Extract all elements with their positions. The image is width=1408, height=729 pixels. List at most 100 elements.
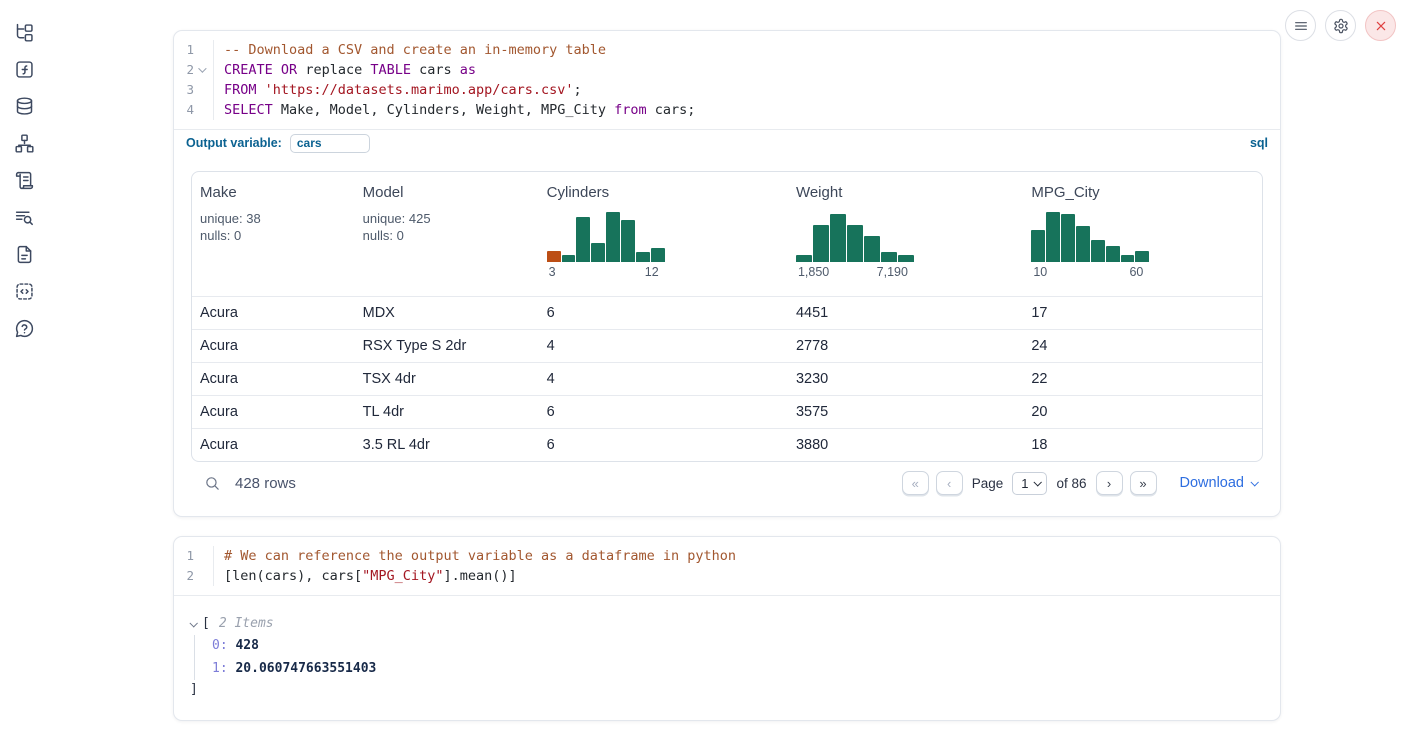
histogram-bar[interactable] <box>636 252 650 262</box>
table-cell: MDX <box>355 305 539 321</box>
histogram-bar[interactable] <box>881 252 897 262</box>
histogram-bar[interactable] <box>1121 255 1135 262</box>
close-icon[interactable] <box>1365 10 1396 41</box>
histogram-bar[interactable] <box>796 255 812 262</box>
table-cell: Acura <box>192 437 355 453</box>
page-label: Page <box>972 476 1004 491</box>
prev-page-button[interactable]: ‹ <box>936 471 963 495</box>
table-footer: 428 rows « ‹ Page 1 of 86 › » Downl <box>191 462 1263 504</box>
histogram-bar[interactable] <box>813 225 829 262</box>
python-code-editor[interactable]: 1# We can reference the output variable … <box>174 537 1280 595</box>
column-header-model[interactable]: Modelunique: 425nulls: 0 <box>355 172 539 296</box>
histogram-bar[interactable] <box>847 225 863 262</box>
first-page-button[interactable]: « <box>902 471 929 495</box>
tree-key: 0 <box>212 638 220 653</box>
line-number-gutter: 4 <box>174 100 214 120</box>
histogram-bar[interactable] <box>1031 230 1045 262</box>
histogram-bar[interactable] <box>1091 240 1105 262</box>
histogram-bar[interactable] <box>591 243 605 262</box>
snippets-icon[interactable] <box>13 280 35 302</box>
code-line[interactable]: 2CREATE OR replace TABLE cars as <box>174 60 1280 80</box>
table-cell: 3880 <box>788 437 1023 453</box>
items-count: 2 Items <box>219 613 274 635</box>
help-icon[interactable] <box>13 317 35 339</box>
code-line[interactable]: 4SELECT Make, Model, Cylinders, Weight, … <box>174 100 1280 120</box>
table-row[interactable]: AcuraMDX6445117 <box>192 296 1262 329</box>
column-header-make[interactable]: Makeunique: 38nulls: 0 <box>192 172 355 296</box>
line-number-gutter: 1 <box>174 546 214 566</box>
menu-icon[interactable] <box>1285 10 1316 41</box>
next-page-button[interactable]: › <box>1096 471 1123 495</box>
histogram-bar[interactable] <box>1061 214 1075 262</box>
table-row[interactable]: AcuraRSX Type S 2dr4277824 <box>192 329 1262 362</box>
search-icon[interactable] <box>201 472 223 494</box>
table-row[interactable]: AcuraTSX 4dr4323022 <box>192 362 1262 395</box>
output-variable-row: Output variable: sql <box>174 129 1280 156</box>
table-cell: 6 <box>539 305 788 321</box>
histogram-bar[interactable] <box>830 214 846 262</box>
histogram-cylinders[interactable] <box>547 210 665 262</box>
histogram-axis-labels: 1,8507,190 <box>796 262 914 279</box>
gear-icon[interactable] <box>1325 10 1356 41</box>
code-line[interactable]: 3FROM 'https://datasets.marimo.app/cars.… <box>174 80 1280 100</box>
table-cell: 18 <box>1023 437 1262 453</box>
table-output: Makeunique: 38nulls: 0Modelunique: 425nu… <box>174 156 1280 516</box>
column-label: MPG_City <box>1031 184 1254 201</box>
line-number-gutter: 2 <box>174 60 214 80</box>
histogram-bar[interactable] <box>576 217 590 262</box>
histogram-bar[interactable] <box>562 255 576 262</box>
histogram-mpg_city[interactable] <box>1031 210 1149 262</box>
page-select[interactable]: 1 <box>1012 472 1047 495</box>
tree-key: 1 <box>212 661 220 676</box>
histogram-bar[interactable] <box>651 248 665 262</box>
histogram-bar[interactable] <box>1135 251 1149 262</box>
line-number-gutter: 1 <box>174 40 214 60</box>
tree-collapse-toggle[interactable]: [ 2 Items <box>190 613 1264 635</box>
output-variable-input[interactable] <box>290 134 370 153</box>
notebook-cells: 1-- Download a CSV and create an in-memo… <box>173 0 1281 721</box>
code-line[interactable]: 1# We can reference the output variable … <box>174 546 1280 566</box>
code-line[interactable]: 1-- Download a CSV and create an in-memo… <box>174 40 1280 60</box>
column-label: Make <box>200 184 347 201</box>
histogram-bar[interactable] <box>1076 226 1090 262</box>
code-text: # We can reference the output variable a… <box>214 546 736 566</box>
histogram-bar[interactable] <box>606 212 620 262</box>
table-row[interactable]: Acura3.5 RL 4dr6388018 <box>192 428 1262 461</box>
column-stat: nulls: 0 <box>363 227 531 244</box>
download-label: Download <box>1180 475 1245 491</box>
datasources-icon[interactable] <box>13 95 35 117</box>
line-number-gutter: 2 <box>174 566 214 586</box>
text-search-icon[interactable] <box>13 206 35 228</box>
sql-code-editor[interactable]: 1-- Download a CSV and create an in-memo… <box>174 31 1280 129</box>
fold-chevron-icon[interactable] <box>198 64 206 72</box>
last-page-button[interactable]: » <box>1130 471 1157 495</box>
table-cell: Acura <box>192 404 355 420</box>
table-cell: 3575 <box>788 404 1023 420</box>
histogram-bar[interactable] <box>547 251 561 262</box>
histogram-weight[interactable] <box>796 210 914 262</box>
column-header-cylinders[interactable]: Cylinders312 <box>539 172 788 296</box>
table-body: AcuraMDX6445117AcuraRSX Type S 2dr427782… <box>192 296 1262 461</box>
histogram-bar[interactable] <box>898 255 914 262</box>
tree-value: 20.060747663551403 <box>235 661 376 676</box>
document-icon[interactable] <box>13 243 35 265</box>
column-label: Weight <box>796 184 1015 201</box>
column-header-weight[interactable]: Weight 1,8507,190 <box>788 172 1023 296</box>
function-square-icon[interactable] <box>13 58 35 80</box>
language-badge[interactable]: sql <box>1250 136 1268 150</box>
row-count: 428 rows <box>235 475 296 492</box>
column-label: Cylinders <box>547 184 780 201</box>
dependency-graph-icon[interactable] <box>13 132 35 154</box>
code-line[interactable]: 2[len(cars), cars["MPG_City"].mean()] <box>174 566 1280 586</box>
histogram-bar[interactable] <box>621 220 635 262</box>
download-button[interactable]: Download <box>1180 475 1258 491</box>
histogram-bar[interactable] <box>1106 246 1120 262</box>
table-cell: 4 <box>539 338 788 354</box>
logs-icon[interactable] <box>13 169 35 191</box>
column-header-mpg_city[interactable]: MPG_City1060 <box>1023 172 1262 296</box>
histogram-bar[interactable] <box>864 236 880 262</box>
histogram-bar[interactable] <box>1046 212 1060 262</box>
page-total-label: of 86 <box>1056 476 1086 491</box>
file-explorer-icon[interactable] <box>13 21 35 43</box>
table-row[interactable]: AcuraTL 4dr6357520 <box>192 395 1262 428</box>
